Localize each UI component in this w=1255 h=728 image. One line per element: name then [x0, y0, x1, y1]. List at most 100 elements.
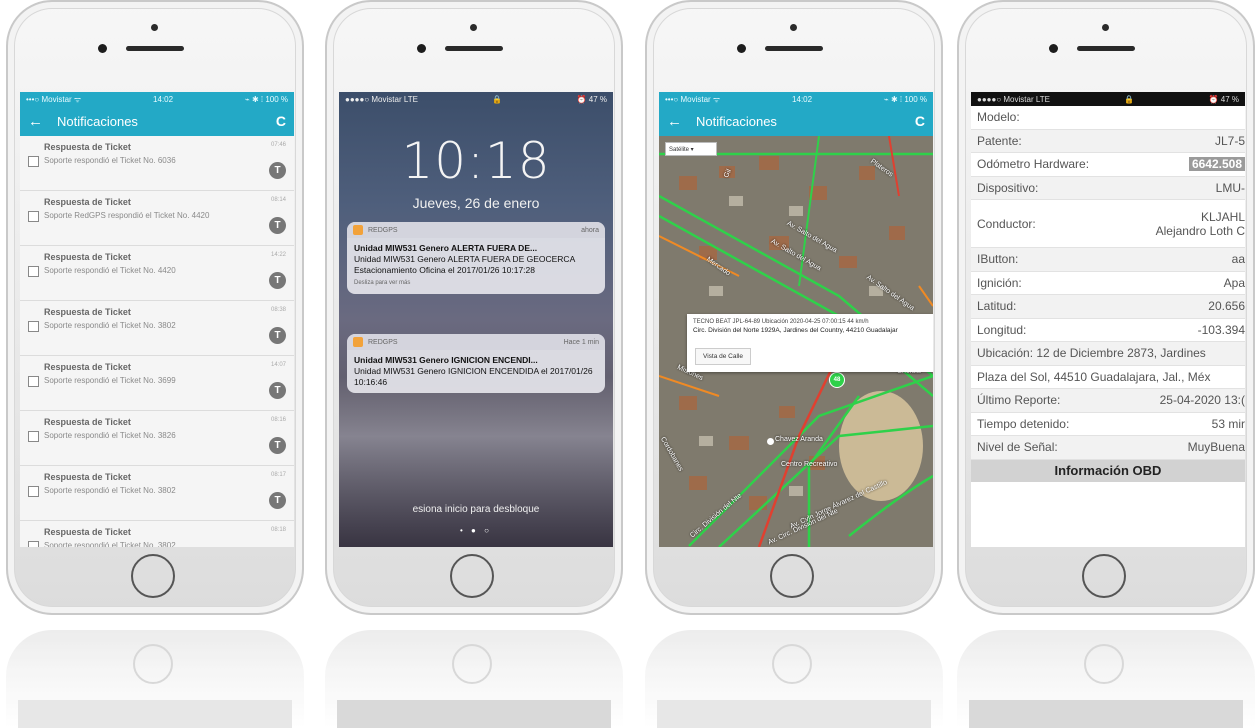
notification-title: Respuesta de Ticket	[44, 472, 131, 482]
detail-value: 6642.508	[1109, 157, 1245, 172]
home-button[interactable]	[450, 554, 494, 598]
map-type-select[interactable]: Satélite ▾	[665, 142, 717, 156]
proximity-sensor	[417, 44, 426, 53]
detail-label: Odómetro Hardware:	[977, 157, 1090, 172]
detail-value: 20.656	[1208, 299, 1245, 314]
obd-section-header[interactable]: Información OBD	[971, 459, 1245, 482]
list-item[interactable]: Respuesta de Ticket Soporte respondió el …	[20, 136, 294, 191]
list-item[interactable]: Respuesta de Ticket Soporte respondió el …	[20, 356, 294, 411]
avatar: T	[269, 382, 286, 399]
notification-time: 08:16	[270, 417, 286, 423]
notification-checkbox[interactable]	[28, 211, 39, 222]
notification-checkbox[interactable]	[28, 431, 39, 442]
notification-checkbox[interactable]	[28, 486, 39, 497]
detail-value-line: Alejandro Loth C	[1155, 223, 1245, 238]
detail-row: IButton: aa	[971, 248, 1245, 272]
location-line: Plaza del Sol, 44510 Guadalajara, Jal., …	[971, 366, 1245, 389]
status-battery: ⏰ 47 %	[1208, 94, 1239, 104]
list-item[interactable]: Respuesta de Ticket Soporte respondió el …	[20, 521, 294, 547]
notification-header: REDGPS Hace 1 min	[347, 334, 605, 350]
reflection-band	[337, 700, 611, 728]
notification-checkbox[interactable]	[28, 321, 39, 332]
detail-value: JL7-5	[1214, 133, 1245, 148]
screen-lock: ●●●●○ Movistar LTE 🔒 ⏰ 47 % 10:18 Jueves…	[339, 92, 613, 547]
vehicle-detail-table: Modelo: Patente: JL7-5 Odómetro Hardware: 66…	[971, 106, 1245, 547]
detail-label: Último Reporte:	[977, 393, 1061, 408]
notification-title: Respuesta de Ticket	[44, 527, 131, 537]
detail-row: Conductor: KLJAHL Alejandro Loth C	[971, 200, 1245, 248]
phone-reflection	[645, 630, 943, 728]
location-line: Ubicación: 12 de Diciembre 2873, Jardine…	[971, 342, 1245, 366]
detail-row: Último Reporte: 25-04-2020 13:(	[971, 389, 1245, 413]
notification-app: REDGPS	[368, 338, 398, 346]
notification-checkbox[interactable]	[28, 541, 39, 547]
home-button[interactable]	[1082, 554, 1126, 598]
detail-value: LMU-	[1215, 180, 1245, 195]
list-item[interactable]: Respuesta de Ticket Soporte respondió el …	[20, 466, 294, 521]
status-carrier: ●●●●○ Movistar LTE	[345, 94, 418, 104]
status-battery: ⌁ ✱ ⁞ 100 %	[244, 94, 288, 104]
unlock-hint: esiona inicio para desbloque	[412, 504, 540, 515]
detail-label: Ignición:	[977, 275, 1022, 290]
notification-desc: Soporte respondió el Ticket No. 3802	[44, 321, 176, 330]
status-time: 14:02	[153, 94, 174, 104]
phone-frame-2: ●●●●○ Movistar LTE 🔒 ⏰ 47 % 10:18 Jueves…	[325, 0, 623, 615]
list-item[interactable]: Respuesta de Ticket Soporte RedGPS respon…	[20, 191, 294, 246]
street-view-button[interactable]: Vista de Calle	[695, 348, 751, 365]
detail-label: Patente:	[977, 133, 1022, 148]
refresh-icon[interactable]: C	[915, 113, 925, 129]
back-arrow-icon[interactable]: ←	[667, 113, 682, 130]
status-carrier: •••○ Movistar ᯤ	[665, 94, 721, 104]
lock-screen: ●●●●○ Movistar LTE 🔒 ⏰ 47 % 10:18 Jueves…	[339, 92, 613, 547]
notification-time: 08:14	[270, 197, 286, 203]
earpiece-speaker	[445, 46, 503, 51]
phone-reflection	[325, 630, 623, 728]
phone-frame-3: •••○ Movistar ᯤ 14:02 ⌁ ✱ ⁞ 100 % ← Noti…	[645, 0, 943, 615]
detail-row: Latitud: 20.656	[971, 295, 1245, 319]
detail-row: Patente: JL7-5	[971, 129, 1245, 153]
notification-title: Unidad MIW531 Genero ALERTA FUERA DE...	[354, 243, 538, 253]
home-button[interactable]	[770, 554, 814, 598]
notification-title: Respuesta de Ticket	[44, 417, 131, 427]
refresh-icon[interactable]: C	[276, 113, 286, 129]
notification-header: REDGPS ahora	[347, 222, 605, 238]
notification-checkbox[interactable]	[28, 376, 39, 387]
app-bar: ← Notificaciones C	[659, 106, 933, 136]
notification-text: Unidad MIW531 Genero ALERTA FUERA DE GEO…	[354, 254, 575, 275]
detail-value: MuyBuena	[1187, 440, 1245, 455]
notification-desc: Soporte respondió el Ticket No. 6036	[44, 156, 176, 165]
detail-row: Dispositivo: LMU-	[971, 176, 1245, 200]
detail-row: Modelo:	[971, 106, 1245, 130]
reflection-home	[1084, 644, 1124, 684]
avatar: T	[269, 437, 286, 454]
notification-title: Respuesta de Ticket	[44, 142, 131, 152]
satellite-map[interactable]: Satélite ▾ Plateros Av. Salto del Agua A…	[659, 136, 933, 547]
detail-label: Tiempo detenido:	[977, 416, 1070, 431]
place-label: Centro Recreativo	[781, 461, 838, 468]
notification-time: 14:22	[270, 252, 286, 258]
lock-notification[interactable]: REDGPS Hace 1 min Unidad MIW531 Genero I…	[347, 334, 605, 393]
place-label: Chavez Aranda	[775, 436, 823, 443]
notification-time: 08:18	[270, 527, 286, 533]
detail-value: 53 mir	[1211, 416, 1245, 431]
list-item[interactable]: Respuesta de Ticket Soporte respondió el …	[20, 411, 294, 466]
notification-list: Respuesta de Ticket Soporte respondió el …	[20, 136, 294, 547]
status-battery: ⏰ 47 %	[576, 94, 607, 104]
lock-notification[interactable]: REDGPS ahora Unidad MIW531 Genero ALERTA…	[347, 222, 605, 294]
notification-desc: Soporte respondió el Ticket No. 3802	[44, 486, 176, 495]
odometer-value: 6642.508	[1188, 157, 1245, 172]
notification-checkbox[interactable]	[28, 156, 39, 167]
detail-value: Apa	[1223, 275, 1245, 290]
home-button[interactable]	[131, 554, 175, 598]
list-item[interactable]: Respuesta de Ticket Soporte respondió el …	[20, 301, 294, 356]
notification-title: Unidad MIW531 Genero IGNICION ENCENDI...	[354, 355, 538, 365]
map-type-value: Satélite	[669, 147, 690, 153]
notification-desc: Soporte respondió el Ticket No. 4420	[44, 266, 176, 275]
earpiece-speaker	[126, 46, 184, 51]
list-item[interactable]: Respuesta de Ticket Soporte respondió el …	[20, 246, 294, 301]
notification-checkbox[interactable]	[28, 266, 39, 277]
vehicle-marker[interactable]: 48	[829, 372, 845, 388]
popup-vehicle-line: TECNO BEAT JPL-64-89 Ubicación 2020-04-2…	[693, 319, 869, 325]
back-arrow-icon[interactable]: ←	[28, 113, 43, 130]
front-camera	[151, 24, 158, 31]
